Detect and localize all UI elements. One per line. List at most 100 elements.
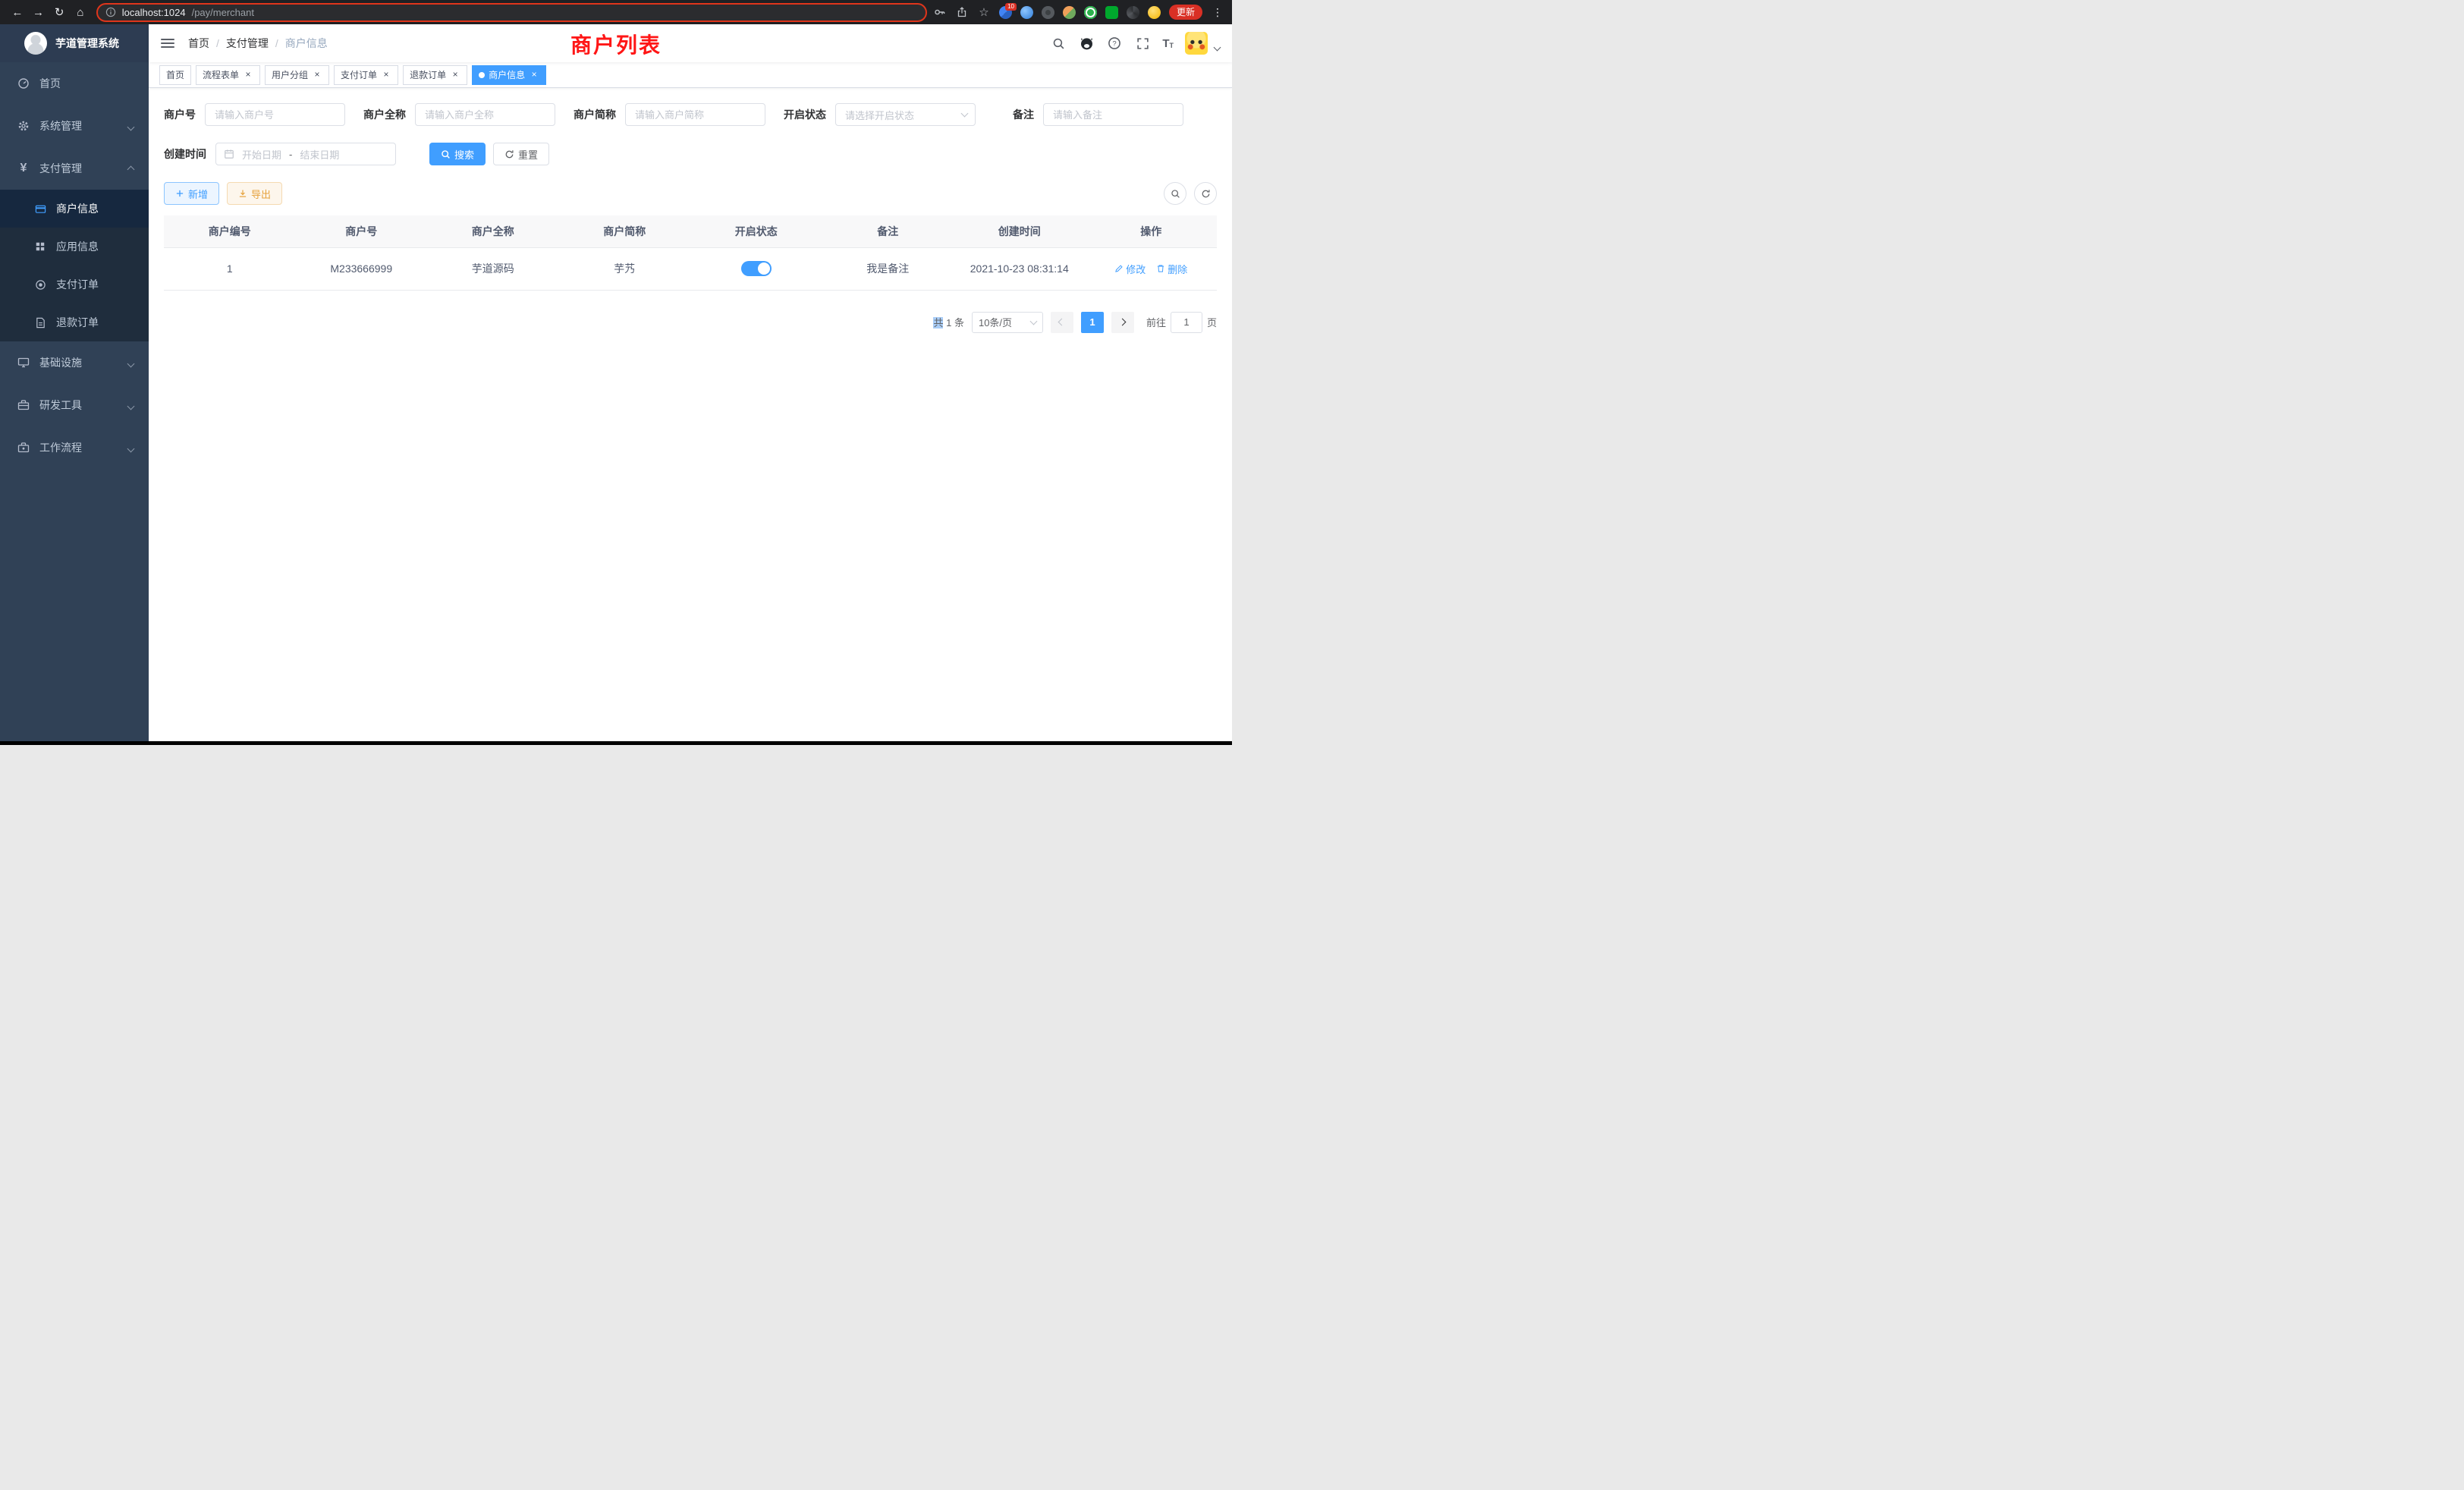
browser-menu-icon[interactable]: ⋮ (1211, 6, 1224, 19)
chevron-down-icon (128, 357, 134, 369)
remark-input[interactable] (1043, 103, 1183, 126)
tab-refund-order[interactable]: 退款订单 × (403, 65, 467, 85)
extension-puzzle-icon[interactable] (999, 6, 1012, 19)
payment-submenu: 商户信息 应用信息 支付订单 (0, 190, 149, 341)
col-create-time: 创建时间 (954, 215, 1086, 247)
font-size-icon[interactable]: TT (1162, 38, 1174, 49)
toolbox-icon (17, 399, 30, 411)
reset-button[interactable]: 重置 (493, 143, 549, 165)
sidebar-item-infrastructure[interactable]: 基础设施 (0, 341, 149, 384)
document-icon (33, 317, 47, 328)
remark-label: 备注 (1013, 107, 1034, 122)
extension-pinwheel-icon[interactable] (1127, 6, 1139, 19)
goto-label: 前往 (1146, 315, 1166, 329)
sidebar-item-app-info[interactable]: 应用信息 (0, 228, 149, 266)
goto-page-input[interactable] (1171, 312, 1202, 333)
browser-update-button[interactable]: 更新 (1169, 5, 1202, 20)
extension-dark-icon[interactable] (1042, 6, 1054, 19)
user-menu-caret-icon[interactable] (1215, 40, 1220, 54)
add-button[interactable]: 新增 (164, 182, 219, 205)
merchant-no-input[interactable] (205, 103, 345, 126)
breadcrumb-payment[interactable]: 支付管理 (226, 36, 269, 51)
refresh-table-button[interactable] (1194, 182, 1217, 205)
page-content: 商户号 商户全称 商户简称 开启状态 请选择开启状态 (149, 88, 1232, 745)
chevron-up-icon (128, 162, 134, 174)
browser-home-button[interactable]: ⌂ (71, 2, 90, 22)
help-icon[interactable]: ? (1106, 35, 1123, 52)
sidebar-item-dev-tools[interactable]: 研发工具 (0, 384, 149, 426)
add-button-label: 新增 (188, 187, 208, 201)
export-button[interactable]: 导出 (227, 182, 282, 205)
extension-drop-icon[interactable] (1020, 6, 1033, 19)
sidebar-toggle-icon[interactable] (161, 39, 174, 48)
github-icon[interactable] (1078, 35, 1095, 52)
search-button[interactable]: 搜索 (429, 143, 486, 165)
gear-icon (17, 120, 30, 132)
password-key-icon[interactable] (933, 5, 947, 19)
sidebar-item-payment[interactable]: ¥ 支付管理 (0, 147, 149, 190)
svg-text:?: ? (1113, 39, 1117, 48)
page-number-1[interactable]: 1 (1081, 312, 1104, 333)
pagination-total: 共 1 条 (933, 315, 964, 329)
tab-process-form[interactable]: 流程表单 × (196, 65, 260, 85)
fullscreen-icon[interactable] (1134, 35, 1151, 52)
search-button-label: 搜索 (454, 147, 474, 162)
briefcase-icon (17, 442, 30, 454)
short-name-input[interactable] (625, 103, 765, 126)
show-search-toggle-button[interactable] (1164, 182, 1186, 205)
sidebar-item-system[interactable]: 系统管理 (0, 105, 149, 147)
header-search-icon[interactable] (1050, 35, 1067, 52)
tab-home[interactable]: 首页 (159, 65, 191, 85)
col-actions: 操作 (1086, 215, 1218, 247)
prev-page-button[interactable] (1051, 312, 1073, 333)
sidebar-item-home[interactable]: 首页 (0, 62, 149, 105)
tab-payment-order[interactable]: 支付订单 × (334, 65, 398, 85)
extension-avatar-icon[interactable] (1063, 6, 1076, 19)
tab-close-icon[interactable]: × (312, 70, 322, 80)
browser-window: ← → ↻ ⌂ localhost:1024/pay/merchant ☆ (0, 0, 1232, 745)
bookmark-star-icon[interactable]: ☆ (977, 5, 991, 19)
tab-close-icon[interactable]: × (450, 70, 460, 80)
browser-forward-button[interactable]: → (29, 2, 49, 22)
create-time-label: 创建时间 (164, 146, 206, 162)
chevron-down-icon (1030, 317, 1038, 325)
sidebar-item-refund-order[interactable]: 退款订单 (0, 303, 149, 341)
breadcrumb-separator: / (275, 37, 278, 49)
breadcrumb-home[interactable]: 首页 (188, 36, 209, 51)
end-date-placeholder: 结束日期 (300, 147, 339, 162)
sidebar-item-workflow[interactable]: 工作流程 (0, 426, 149, 469)
full-name-input[interactable] (415, 103, 555, 126)
col-short-name: 商户简称 (559, 215, 691, 247)
create-time-range-picker[interactable]: 开始日期 - 结束日期 (215, 143, 396, 165)
app-logo[interactable]: 芋道管理系统 (0, 24, 149, 62)
next-page-button[interactable] (1111, 312, 1134, 333)
status-toggle[interactable] (741, 261, 772, 276)
browser-back-button[interactable]: ← (8, 2, 27, 22)
start-date-placeholder: 开始日期 (242, 147, 281, 162)
tab-close-icon[interactable]: × (529, 70, 539, 80)
delete-link[interactable]: 删除 (1156, 262, 1187, 276)
site-info-icon[interactable] (105, 7, 116, 17)
dashboard-icon (17, 77, 30, 90)
status-select[interactable]: 请选择开启状态 (835, 103, 976, 126)
address-bar[interactable]: localhost:1024/pay/merchant (96, 3, 927, 22)
status-label: 开启状态 (784, 107, 826, 122)
extension-green-circle-icon[interactable] (1084, 6, 1097, 19)
delete-link-label: 删除 (1168, 262, 1187, 276)
tab-merchant-info[interactable]: 商户信息 × (472, 65, 546, 85)
share-icon[interactable] (955, 5, 969, 19)
tab-label: 首页 (166, 68, 184, 81)
sidebar-item-payment-order[interactable]: 支付订单 (0, 266, 149, 303)
browser-reload-button[interactable]: ↻ (49, 2, 69, 22)
tab-close-icon[interactable]: × (381, 70, 391, 80)
tab-close-icon[interactable]: × (243, 70, 253, 80)
extension-green-square-icon[interactable] (1105, 6, 1118, 19)
user-avatar[interactable] (1185, 32, 1208, 55)
tab-label: 用户分组 (272, 68, 308, 81)
grid-icon (33, 241, 47, 252)
tab-user-group[interactable]: 用户分组 × (265, 65, 329, 85)
edit-link[interactable]: 修改 (1114, 262, 1146, 276)
sidebar-item-merchant-info[interactable]: 商户信息 (0, 190, 149, 228)
page-size-select[interactable]: 10条/页 (972, 312, 1043, 333)
extension-emoji-icon[interactable] (1148, 6, 1161, 19)
